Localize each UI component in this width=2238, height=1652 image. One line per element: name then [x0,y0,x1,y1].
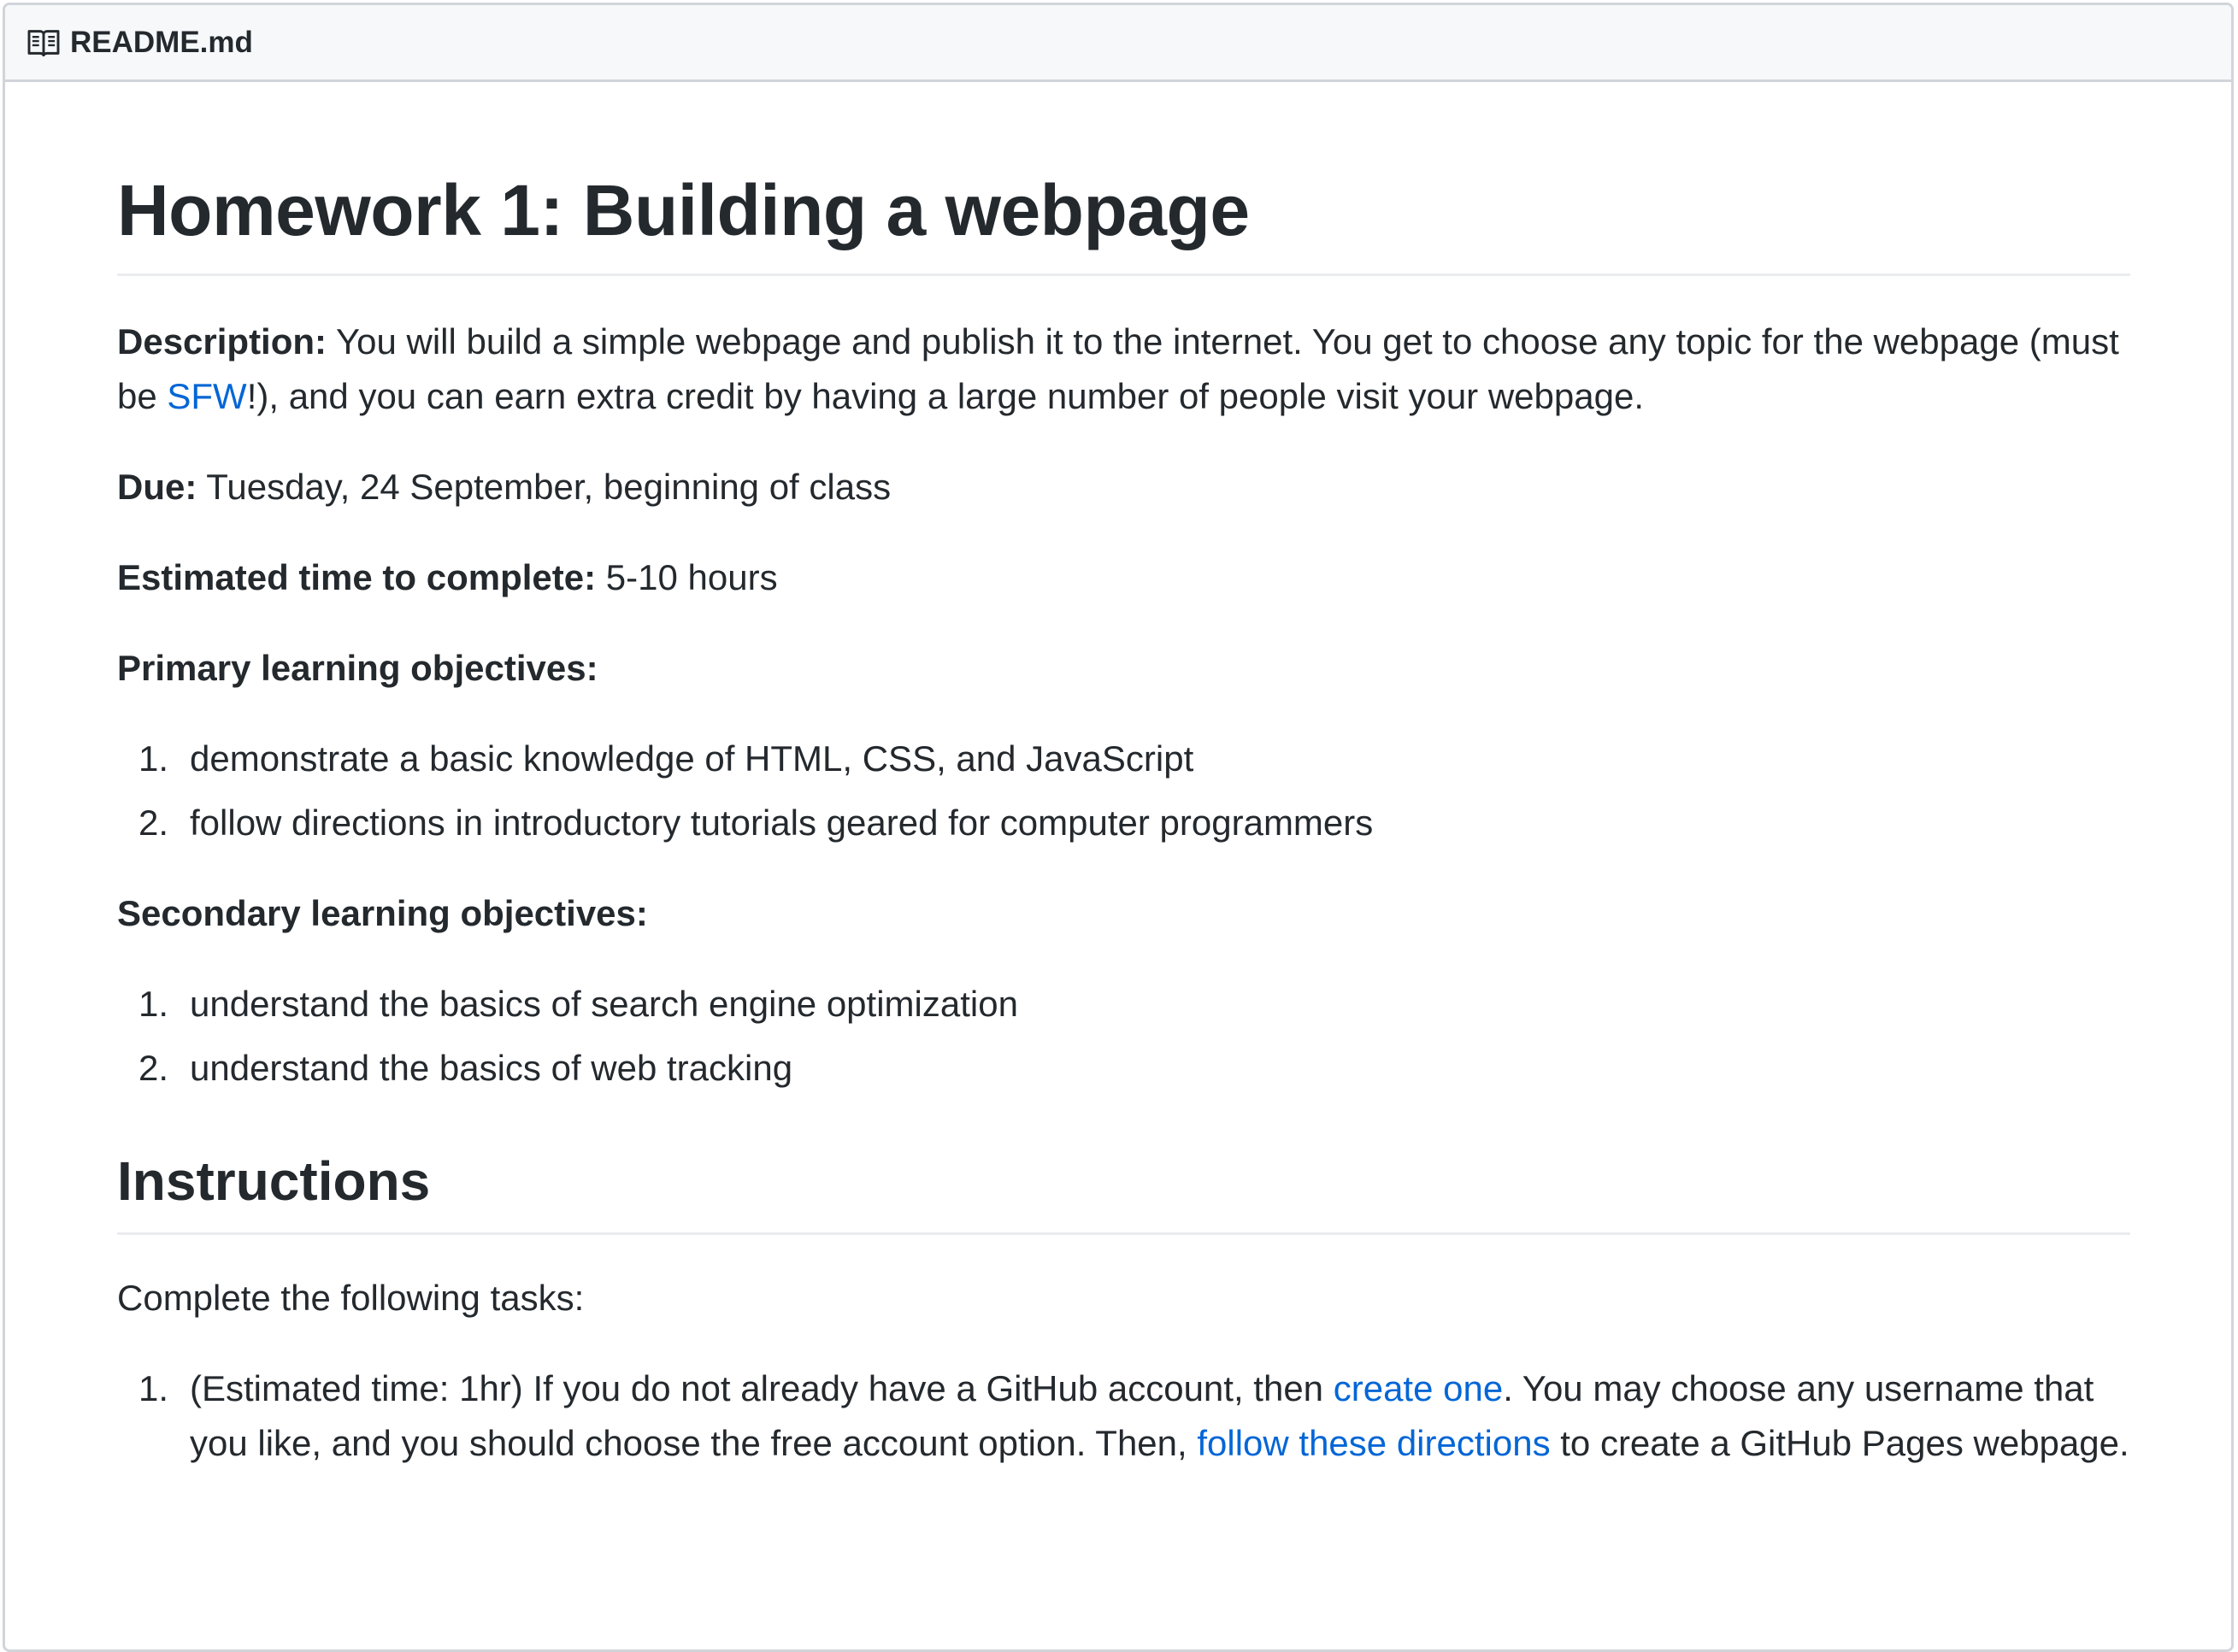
sfw-link[interactable]: SFW [167,376,246,416]
list-item-text: understand the basics of search engine o… [190,984,1018,1024]
list-number: 2. [138,1048,169,1088]
description-text-2: !), and you can earn extra credit by hav… [246,376,1644,416]
due-paragraph: Due: Tuesday, 24 September, beginning of… [117,460,2130,514]
list-item: 2. understand the basics of web tracking [117,1041,2130,1096]
description-label: Description: [117,321,327,362]
due-value: Tuesday, 24 September, beginning of clas… [197,467,892,507]
due-label: Due: [117,467,197,507]
list-item-text: demonstrate a basic knowledge of HTML, C… [190,738,1194,779]
list-item: 2. follow directions in introductory tuto… [117,796,2130,850]
primary-objectives-list: 1. demonstrate a basic knowledge of HTML,… [117,732,2130,850]
estimated-time-value: 5-10 hours [596,557,778,597]
list-number: 1. [138,1367,169,1408]
tasks-intro: Complete the following tasks: [117,1277,585,1318]
instructions-heading: Instructions [117,1150,2130,1235]
list-item-text: understand the basics of web tracking [190,1048,793,1088]
task-item: 1. (Estimated time: 1hr) If you do not al… [117,1361,2130,1471]
estimated-time-label: Estimated time to complete: [117,557,597,597]
task-text-3: to create a GitHub Pages webpage. [1550,1422,2129,1463]
primary-objectives-heading: Primary learning objectives: [117,641,2130,696]
estimated-time-paragraph: Estimated time to complete: 5-10 hours [117,550,2130,605]
book-icon [27,29,60,56]
task-text-1: (Estimated time: 1hr) If you do not alre… [190,1367,1334,1408]
list-item-text: follow directions in introductory tutori… [190,802,1374,843]
list-number: 1. [138,738,169,779]
list-number: 1. [138,984,169,1024]
list-item: 1. understand the basics of search engine… [117,977,2130,1032]
file-name: README.md [70,25,253,59]
readme-container: README.md Homework 1: Building a webpage… [3,3,2234,1652]
primary-objectives-label: Primary learning objectives: [117,648,598,688]
file-header: README.md [5,5,2231,82]
secondary-objectives-heading: Secondary learning objectives: [117,886,2130,941]
page-title: Homework 1: Building a webpage [117,82,2130,276]
list-item: 1. demonstrate a basic knowledge of HTML,… [117,732,2130,786]
tasks-list: 1. (Estimated time: 1hr) If you do not al… [117,1361,2130,1471]
secondary-objectives-label: Secondary learning objectives: [117,893,648,933]
list-number: 2. [138,802,169,843]
readme-body: Homework 1: Building a webpage Descripti… [117,82,2130,1471]
secondary-objectives-list: 1. understand the basics of search engine… [117,977,2130,1096]
follow-directions-link[interactable]: follow these directions [1197,1423,1550,1463]
create-account-link[interactable]: create one [1334,1368,1503,1408]
description-paragraph: Description: You will build a simple web… [117,315,2130,424]
